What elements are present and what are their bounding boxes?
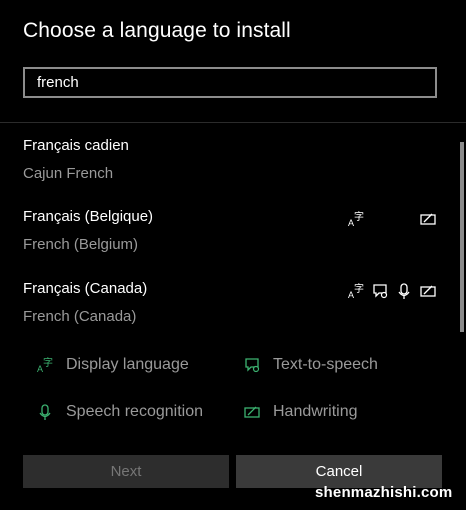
watermark: shenmazhishi.com bbox=[315, 484, 453, 501]
list-item[interactable]: Français cadien Cajun French bbox=[23, 137, 443, 193]
legend-text-to-speech: Text-to-speech bbox=[243, 354, 378, 376]
svg-text:字: 字 bbox=[354, 210, 364, 223]
legend-label: Display language bbox=[66, 356, 189, 373]
legend-label: Text-to-speech bbox=[273, 356, 378, 373]
language-search-input[interactable] bbox=[23, 67, 437, 98]
speech-recognition-icon bbox=[395, 282, 413, 300]
language-install-dialog: Choose a language to install Français ca… bbox=[0, 0, 466, 510]
dialog-title: Choose a language to install bbox=[23, 19, 291, 42]
display-language-icon: A字 bbox=[347, 210, 365, 228]
text-to-speech-icon bbox=[243, 356, 261, 374]
svg-text:字: 字 bbox=[354, 282, 364, 295]
scrollbar[interactable] bbox=[460, 142, 464, 332]
display-language-icon: A字 bbox=[347, 282, 365, 300]
language-english-name: French (Canada) bbox=[23, 308, 137, 325]
legend-label: Speech recognition bbox=[66, 403, 203, 420]
svg-text:字: 字 bbox=[43, 356, 53, 369]
list-item[interactable]: Français (Canada) French (Canada) A字 bbox=[23, 280, 443, 336]
language-native-name: Français cadien bbox=[23, 137, 129, 154]
legend-label: Handwriting bbox=[273, 403, 358, 420]
legend-handwriting: Handwriting bbox=[243, 401, 357, 423]
feature-icons: A字 bbox=[347, 282, 437, 300]
language-native-name: Français (Canada) bbox=[23, 280, 148, 297]
handwriting-icon bbox=[243, 403, 261, 421]
language-english-name: French (Belgium) bbox=[23, 236, 139, 253]
handwriting-icon bbox=[419, 210, 437, 228]
legend-speech-recognition: Speech recognition bbox=[36, 401, 203, 423]
legend-display-language: A字 Display language bbox=[36, 354, 189, 376]
feature-icons: A字 bbox=[347, 210, 437, 228]
speech-recognition-icon bbox=[36, 403, 54, 421]
language-list: Français cadien Cajun French Français (B… bbox=[0, 123, 466, 335]
language-english-name: Cajun French bbox=[23, 165, 114, 182]
text-to-speech-icon bbox=[371, 282, 389, 300]
next-button[interactable]: Next bbox=[23, 455, 229, 488]
feature-legend: A字 Display language Text-to-speech Speec… bbox=[0, 350, 466, 430]
handwriting-icon bbox=[419, 282, 437, 300]
list-item[interactable]: Français (Belgique) French (Belgium) A字 bbox=[23, 208, 443, 264]
display-language-icon: A字 bbox=[36, 356, 54, 374]
language-native-name: Français (Belgique) bbox=[23, 208, 154, 225]
